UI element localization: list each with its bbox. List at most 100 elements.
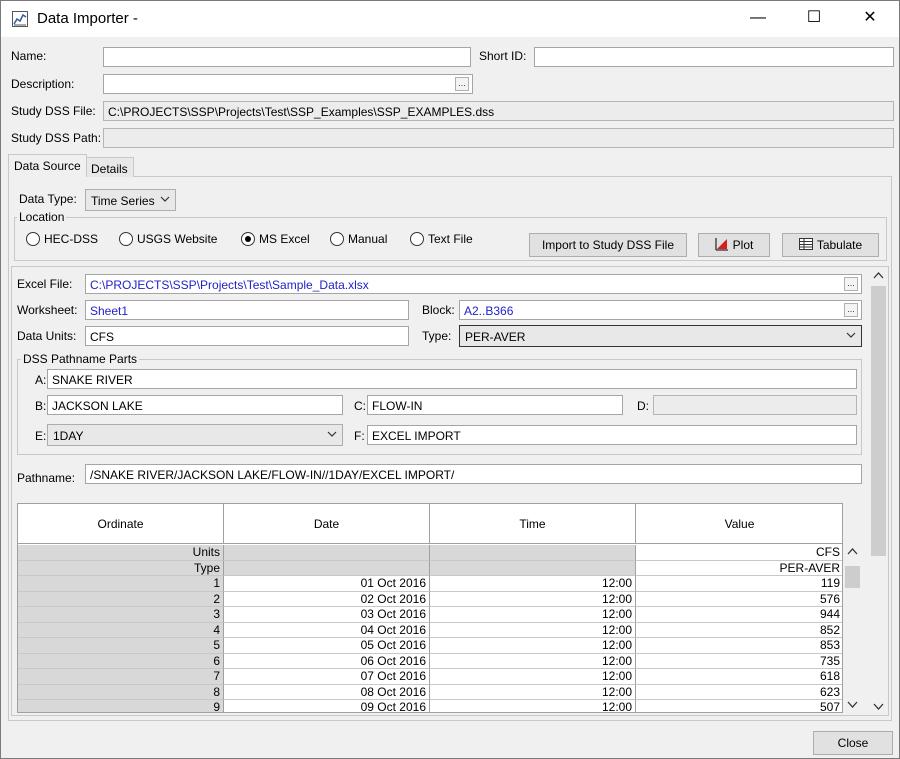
close-icon: ✕ xyxy=(863,9,877,26)
table-row-time[interactable]: 12:00 xyxy=(430,669,636,685)
scroll-up-icon[interactable] xyxy=(844,543,861,560)
description-field[interactable]: ... xyxy=(103,74,473,94)
block-field[interactable]: A2..B366 ... xyxy=(459,300,862,320)
column-header-time[interactable]: Time xyxy=(430,504,636,544)
column-header-value[interactable]: Value xyxy=(636,504,842,544)
table-row-value[interactable]: 944 xyxy=(636,607,842,623)
part-a-field[interactable]: SNAKE RIVER xyxy=(47,369,857,389)
part-e-select[interactable]: 1DAY xyxy=(47,424,343,446)
worksheet-field[interactable]: Sheet1 xyxy=(85,300,409,320)
table-row-date[interactable]: 06 Oct 2016 xyxy=(224,653,430,669)
close-button[interactable]: Close xyxy=(813,731,893,755)
import-to-study-dss-button[interactable]: Import to Study DSS File xyxy=(529,233,687,257)
data-units-value: CFS xyxy=(90,330,114,344)
description-ellipsis-button[interactable]: ... xyxy=(455,77,469,91)
scroll-down-icon[interactable] xyxy=(844,696,861,713)
maximize-button[interactable]: ☐ xyxy=(791,1,837,35)
table-row-time[interactable]: 12:00 xyxy=(430,684,636,700)
type-select[interactable]: PER-AVER xyxy=(459,325,862,347)
table-row-value[interactable]: 852 xyxy=(636,623,842,638)
table-row-date[interactable]: 03 Oct 2016 xyxy=(224,607,430,623)
table-row-date[interactable]: 08 Oct 2016 xyxy=(224,684,430,700)
table-row-value[interactable]: 507 xyxy=(636,700,842,712)
table-row-date[interactable]: 09 Oct 2016 xyxy=(224,700,430,712)
dss-pathname-parts-label: DSS Pathname Parts xyxy=(21,352,140,366)
minimize-icon: — xyxy=(750,9,766,26)
data-type-label: Data Type: xyxy=(19,192,77,206)
type-row-date[interactable] xyxy=(224,560,430,576)
radio-hec-dss[interactable]: HEC-DSS xyxy=(26,232,98,246)
excel-file-field[interactable]: C:\PROJECTS\SSP\Projects\Test\Sample_Dat… xyxy=(85,274,862,294)
tab-data-source[interactable]: Data Source xyxy=(8,154,87,177)
table-row-date[interactable]: 05 Oct 2016 xyxy=(224,638,430,654)
table-row-date[interactable]: 02 Oct 2016 xyxy=(224,591,430,607)
chart-app-icon xyxy=(12,11,28,27)
scroll-up-icon[interactable] xyxy=(870,267,887,284)
data-units-field[interactable]: CFS xyxy=(85,326,409,346)
table-row-time[interactable]: 12:00 xyxy=(430,607,636,623)
table-row-time[interactable]: 12:00 xyxy=(430,653,636,669)
radio-label: MS Excel xyxy=(259,232,310,246)
data-importer-window: Data Importer - — ☐ ✕ Name: Short ID: De… xyxy=(0,0,900,759)
plot-button[interactable]: Plot xyxy=(698,233,770,257)
radio-label: Text File xyxy=(428,232,473,246)
part-c-field[interactable]: FLOW-IN xyxy=(367,395,623,415)
name-field[interactable] xyxy=(103,47,471,67)
close-window-button[interactable]: ✕ xyxy=(847,1,893,35)
table-row-ordinate[interactable]: 4 xyxy=(18,622,224,638)
part-f-field[interactable]: EXCEL IMPORT xyxy=(367,425,857,445)
table-row-time[interactable]: 12:00 xyxy=(430,638,636,654)
radio-ms-excel[interactable]: MS Excel xyxy=(241,232,310,246)
table-row-ordinate[interactable]: 9 xyxy=(18,700,224,712)
column-header-ordinate[interactable]: Ordinate xyxy=(18,504,224,544)
table-scroll-thumb[interactable] xyxy=(845,566,860,588)
type-row-time[interactable] xyxy=(430,560,636,576)
table-row-value[interactable]: 576 xyxy=(636,592,842,607)
table-row-value[interactable]: 623 xyxy=(636,685,842,700)
minimize-button[interactable]: — xyxy=(735,1,781,35)
table-row-value[interactable]: 853 xyxy=(636,638,842,654)
units-row-time[interactable] xyxy=(430,545,636,561)
data-type-select[interactable]: Time Series xyxy=(85,189,176,211)
studydss-path-label: Study DSS Path: xyxy=(11,131,102,145)
data-table: Ordinate Date Time Value Units CFS Type PER… xyxy=(17,503,843,713)
outer-scroll-thumb[interactable] xyxy=(871,286,886,556)
table-row-date[interactable]: 04 Oct 2016 xyxy=(224,622,430,638)
table-row-ordinate[interactable]: 5 xyxy=(18,638,224,654)
table-row-value[interactable]: 119 xyxy=(636,576,842,592)
radio-text-file[interactable]: Text File xyxy=(410,232,473,246)
scroll-down-icon[interactable] xyxy=(870,698,887,715)
type-row-value[interactable]: PER-AVER xyxy=(636,561,842,576)
table-row-ordinate[interactable]: 3 xyxy=(18,607,224,623)
units-row-value[interactable]: CFS xyxy=(636,545,842,561)
column-header-date[interactable]: Date xyxy=(224,504,430,544)
table-row-ordinate[interactable]: 6 xyxy=(18,653,224,669)
excel-file-browse-button[interactable]: ... xyxy=(844,277,858,291)
table-row-time[interactable]: 12:00 xyxy=(430,700,636,712)
plot-label: Plot xyxy=(732,238,754,252)
table-row-date[interactable]: 07 Oct 2016 xyxy=(224,669,430,685)
table-row-time[interactable]: 12:00 xyxy=(430,622,636,638)
shortid-field[interactable] xyxy=(534,47,894,67)
table-row-time[interactable]: 12:00 xyxy=(430,591,636,607)
units-row-label[interactable]: Units xyxy=(18,545,224,561)
tab-details[interactable]: Details xyxy=(85,157,134,177)
units-row-date[interactable] xyxy=(224,545,430,561)
type-row-label[interactable]: Type xyxy=(18,560,224,576)
table-row-ordinate[interactable]: 1 xyxy=(18,576,224,592)
table-row-ordinate[interactable]: 8 xyxy=(18,684,224,700)
table-row-date[interactable]: 01 Oct 2016 xyxy=(224,576,430,592)
radio-usgs-website[interactable]: USGS Website xyxy=(119,232,217,246)
table-row-value[interactable]: 735 xyxy=(636,654,842,669)
table-scrollbar[interactable] xyxy=(844,543,861,713)
table-row-value[interactable]: 618 xyxy=(636,669,842,685)
block-browse-button[interactable]: ... xyxy=(844,303,858,317)
table-row-time[interactable]: 12:00 xyxy=(430,576,636,592)
table-row-ordinate[interactable]: 7 xyxy=(18,669,224,685)
tabulate-button[interactable]: Tabulate xyxy=(782,233,879,257)
table-row-ordinate[interactable]: 2 xyxy=(18,591,224,607)
radio-manual[interactable]: Manual xyxy=(330,232,387,246)
pathname-field[interactable]: /SNAKE RIVER/JACKSON LAKE/FLOW-IN//1DAY/… xyxy=(85,464,862,484)
part-b-field[interactable]: JACKSON LAKE xyxy=(47,395,343,415)
outer-scrollbar[interactable] xyxy=(870,267,887,715)
